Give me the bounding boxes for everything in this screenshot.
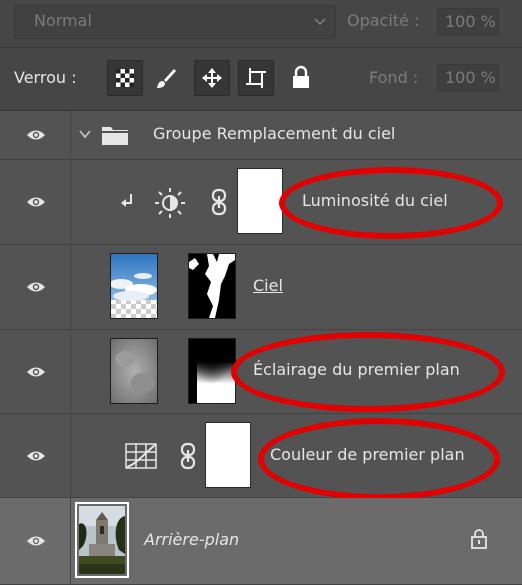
blend-mode-value: Normal [34, 11, 92, 30]
lock-bar: Verrou : Fond: 100 % [0, 48, 522, 111]
brightness-contrast-icon [155, 188, 185, 218]
lock-position-button[interactable] [194, 60, 230, 96]
link-icon [211, 188, 227, 216]
fill-input[interactable]: 100 % [437, 64, 499, 92]
eye-icon [27, 536, 45, 546]
layer-row-foreground-lighting[interactable]: Éclairage du premier plan [0, 330, 522, 414]
opacity-value: 100 % [445, 12, 496, 31]
visibility-toggle[interactable] [0, 498, 71, 584]
opacity-input[interactable]: 100 % [437, 8, 499, 36]
layer-name: Ciel [253, 276, 283, 295]
blend-opacity-bar: Normal Opacité : 100 % [0, 0, 522, 48]
eye-icon [27, 451, 45, 460]
eye-icon [27, 197, 45, 207]
highlight-ellipse [279, 167, 503, 239]
link-icon [180, 442, 196, 470]
folder-icon [102, 127, 128, 145]
lighting-thumbnail[interactable] [110, 338, 158, 404]
brush-icon[interactable] [153, 66, 179, 92]
fill-label: Fond : [369, 68, 419, 87]
sky-thumbnail[interactable] [110, 253, 158, 319]
move-icon [202, 68, 222, 88]
layer-row-foreground-color[interactable]: Couleur de premier plan [0, 414, 522, 500]
layers-panel: Normal Opacité : 100 % Verrou : Fond: 1… [0, 0, 522, 585]
visibility-toggle[interactable] [0, 111, 71, 159]
clipping-arrow-icon [121, 194, 132, 207]
eye-icon [27, 367, 45, 376]
highlight-ellipse [231, 332, 505, 412]
lock-transparent-pixels-button[interactable] [107, 60, 143, 96]
lock-artboard-button[interactable] [238, 60, 274, 96]
sky-mask-thumbnail[interactable] [188, 253, 236, 319]
visibility-toggle[interactable] [0, 414, 71, 497]
layer-mask-thumbnail[interactable] [237, 168, 283, 234]
chevron-down-icon[interactable] [78, 127, 92, 141]
color-lookup-icon [125, 443, 157, 469]
layer-name: Arrière-plan [144, 530, 240, 549]
highlight-ellipse [258, 418, 500, 500]
visibility-toggle[interactable] [0, 330, 71, 413]
blend-mode-dropdown[interactable]: Normal [14, 5, 336, 39]
lighting-mask-thumbnail[interactable] [188, 338, 236, 404]
selected-thumbnail-frame[interactable] [75, 502, 129, 578]
chevron-down-icon [314, 18, 326, 26]
opacity-label: Opacité : [347, 11, 420, 30]
eye-icon [27, 282, 45, 292]
layer-row-group[interactable]: Groupe Remplacement du ciel [0, 111, 522, 160]
visibility-toggle[interactable] [0, 160, 71, 244]
lock-label: Verrou : [14, 68, 77, 87]
layer-name: Groupe Remplacement du ciel [153, 124, 396, 143]
layer-row-background[interactable]: Arrière-plan [0, 498, 522, 585]
lock-icon[interactable] [470, 528, 488, 550]
checkerboard-icon [116, 69, 134, 87]
layer-mask-thumbnail[interactable] [205, 422, 251, 488]
lock-all-icon[interactable] [290, 65, 312, 91]
layer-row-sky-brightness[interactable]: Luminosité du ciel [0, 160, 522, 245]
layer-row-sky[interactable]: Ciel [0, 245, 522, 330]
visibility-toggle[interactable] [0, 245, 71, 329]
artboard-icon [246, 68, 266, 88]
church-thumbnail [79, 506, 125, 574]
eye-icon [27, 130, 45, 140]
fill-value: 100 % [445, 68, 496, 87]
